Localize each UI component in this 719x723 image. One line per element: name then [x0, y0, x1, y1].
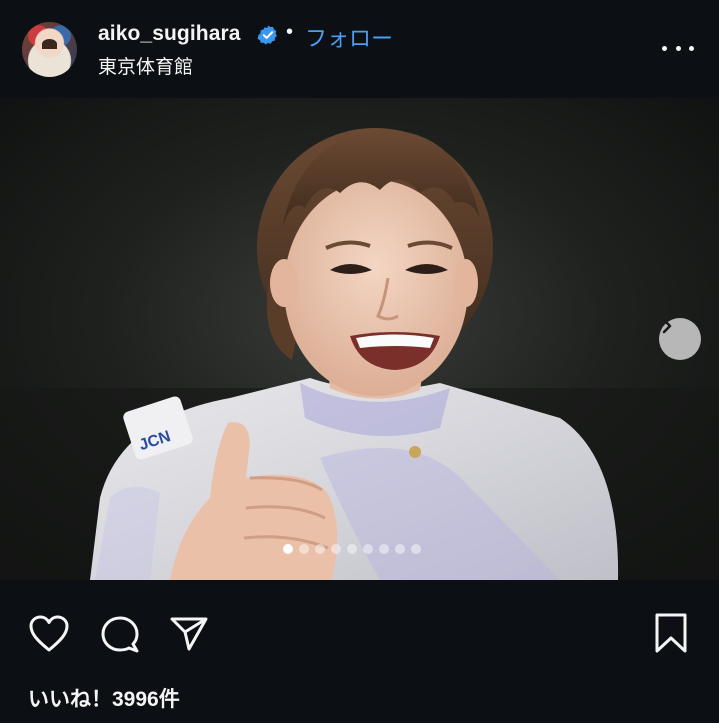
location-link[interactable]: 東京体育館	[98, 52, 193, 79]
username-link[interactable]: aiko_sugihara	[98, 22, 241, 46]
carousel-dot[interactable]	[395, 544, 405, 554]
carousel-dot[interactable]	[379, 544, 389, 554]
carousel-indicator	[283, 544, 421, 554]
profile-avatar[interactable]	[22, 22, 77, 77]
carousel-dot[interactable]	[347, 544, 357, 554]
heart-icon[interactable]	[28, 614, 70, 654]
likes-count[interactable]: いいね！3996件	[28, 683, 180, 713]
more-options-icon[interactable]	[662, 36, 694, 60]
post-header: aiko_sugihara • フォロー 東京体育館	[0, 0, 719, 98]
athlete-photo: JCN	[0, 98, 719, 580]
carousel-dot[interactable]	[411, 544, 421, 554]
verified-badge-icon	[257, 25, 277, 45]
separator-dot: •	[286, 21, 294, 43]
carousel-dot[interactable]	[331, 544, 341, 554]
next-slide-button[interactable]	[659, 318, 701, 360]
carousel-dot[interactable]	[315, 544, 325, 554]
carousel-dot[interactable]	[299, 544, 309, 554]
carousel-dot[interactable]	[363, 544, 373, 554]
chevron-right-icon	[662, 318, 672, 334]
comment-bubble-icon[interactable]	[99, 614, 141, 654]
carousel-dot[interactable]	[283, 544, 293, 554]
post-image[interactable]: JCN	[0, 98, 719, 580]
bookmark-icon[interactable]	[652, 612, 690, 654]
paper-plane-icon[interactable]	[168, 614, 210, 654]
follow-button[interactable]: フォロー	[305, 21, 393, 53]
